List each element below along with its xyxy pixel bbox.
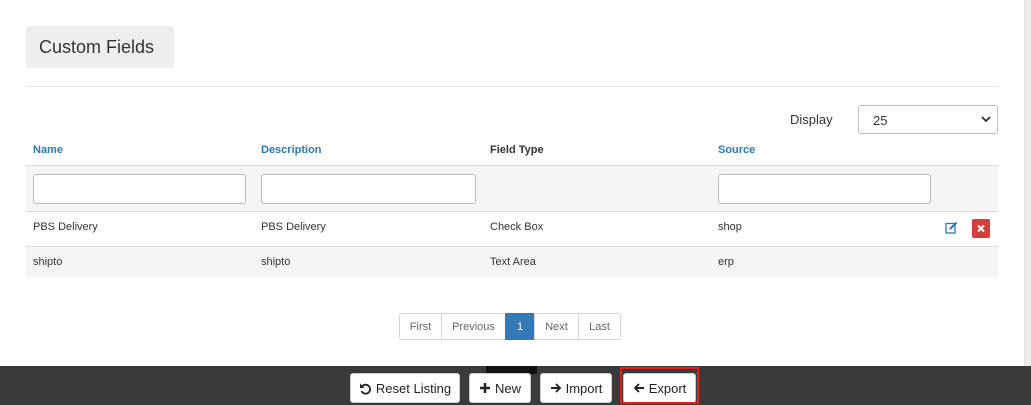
- import-button[interactable]: Import: [540, 373, 612, 403]
- cell-name: PBS Delivery: [33, 221, 98, 233]
- delete-button[interactable]: [972, 219, 990, 238]
- filter-row: [26, 165, 998, 212]
- display-label: Display: [790, 112, 833, 127]
- undo-icon: [359, 383, 371, 395]
- export-highlight-frame: [620, 367, 699, 404]
- page-next-button[interactable]: Next: [534, 313, 579, 340]
- cell-source: erp: [718, 256, 734, 268]
- column-header-description[interactable]: Description: [261, 144, 322, 156]
- cell-description: shipto: [261, 256, 291, 268]
- cell-field-type: Check Box: [490, 221, 544, 233]
- page-last-button[interactable]: Last: [578, 313, 621, 340]
- main-panel: Custom Fields Display 25 Name Descriptio…: [0, 0, 1025, 366]
- cell-name: shipto: [33, 256, 63, 268]
- chevron-down-icon: [981, 116, 991, 123]
- column-header-name[interactable]: Name: [33, 144, 63, 156]
- plus-icon: [479, 383, 490, 393]
- description-filter-input[interactable]: [261, 174, 476, 204]
- edit-icon[interactable]: [945, 221, 958, 234]
- cell-description: PBS Delivery: [261, 221, 326, 233]
- page-first-button[interactable]: First: [399, 313, 442, 340]
- new-label: New: [494, 380, 521, 396]
- page-title: Custom Fields: [26, 26, 174, 68]
- table-row[interactable]: shipto shipto Text Area erp: [26, 247, 998, 277]
- column-header-field-type: Field Type: [490, 144, 544, 156]
- import-label: Import: [565, 380, 603, 396]
- page-current-button[interactable]: 1: [505, 313, 535, 340]
- divider: [26, 86, 999, 87]
- column-header-source[interactable]: Source: [718, 144, 755, 156]
- display-count-select[interactable]: 25: [858, 105, 998, 134]
- close-icon: [977, 224, 985, 233]
- custom-fields-table: Name Description Field Type Source PBS D…: [26, 137, 998, 277]
- display-count-value: 25: [873, 113, 888, 128]
- reset-listing-button[interactable]: Reset Listing: [350, 373, 460, 403]
- source-filter-input[interactable]: [718, 174, 931, 204]
- table-header: Name Description Field Type Source: [26, 137, 998, 165]
- page-previous-button[interactable]: Previous: [441, 313, 506, 340]
- name-filter-input[interactable]: [33, 174, 246, 204]
- pagination: First Previous 1 Next Last: [399, 313, 621, 340]
- cell-source: shop: [718, 221, 742, 233]
- new-button[interactable]: New: [469, 373, 531, 403]
- reset-listing-label: Reset Listing: [375, 380, 452, 396]
- arrow-right-icon: [550, 383, 561, 393]
- table-row[interactable]: PBS Delivery PBS Delivery Check Box shop: [26, 212, 998, 247]
- cell-field-type: Text Area: [490, 256, 536, 268]
